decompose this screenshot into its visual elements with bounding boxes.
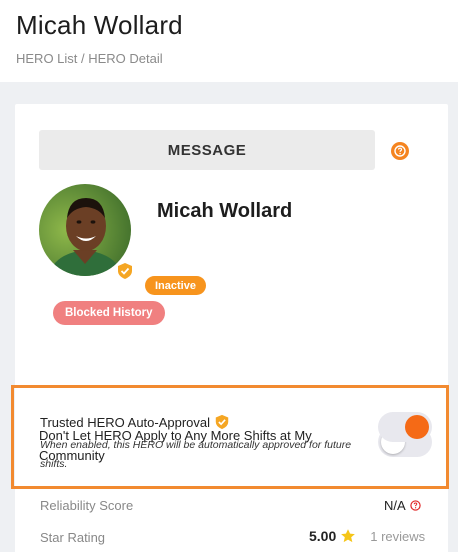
toggle-knob bbox=[405, 415, 429, 439]
star-rating-value: 5.00 bbox=[309, 528, 337, 544]
reliability-label: Reliability Score bbox=[40, 498, 134, 513]
page-title: Micah Wollard bbox=[16, 10, 183, 40]
message-button[interactable]: MESSAGE bbox=[39, 130, 375, 170]
star-icon bbox=[341, 529, 356, 543]
hero-detail-card: MESSAGE Micah Wollard Inactive Blocked H… bbox=[15, 104, 448, 552]
page-header: Micah Wollard HERO List / HERO Detail bbox=[0, 0, 458, 82]
blocked-history-badge[interactable]: Blocked History bbox=[53, 301, 165, 325]
main-content: MESSAGE Micah Wollard Inactive Blocked H… bbox=[0, 82, 458, 552]
auto-approval-label: Trusted HERO Auto-Approval bbox=[40, 414, 211, 430]
verified-shield-icon bbox=[116, 262, 134, 280]
auto-approval-toggle[interactable] bbox=[378, 412, 432, 442]
status-badge: Inactive bbox=[145, 276, 206, 295]
auto-approval-title: Trusted HERO Auto-Approval bbox=[40, 414, 230, 430]
breadcrumb[interactable]: HERO List / HERO Detail bbox=[16, 51, 442, 66]
hero-name: Micah Wollard bbox=[157, 200, 293, 222]
reliability-value-group: N/A bbox=[384, 498, 421, 513]
help-icon[interactable] bbox=[391, 142, 409, 160]
reliability-value: N/A bbox=[384, 498, 406, 513]
review-count[interactable]: 1 reviews bbox=[370, 529, 425, 544]
auto-approval-description: When enabled, this HERO will be automati… bbox=[40, 439, 352, 470]
help-icon[interactable] bbox=[409, 500, 421, 511]
star-rating-value-group: 5.00 1 reviews bbox=[309, 528, 425, 544]
star-rating-label: Star Rating bbox=[40, 530, 106, 545]
trusted-shield-icon bbox=[215, 414, 229, 430]
